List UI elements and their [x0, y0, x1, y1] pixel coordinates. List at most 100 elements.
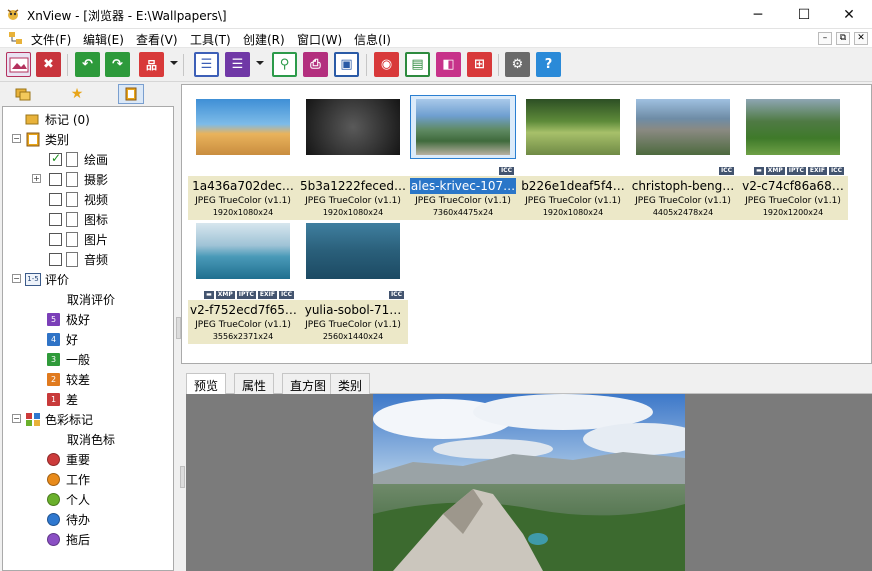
contact-sheet-icon[interactable]: ⊞ — [467, 52, 492, 77]
tree-item-rating-clear[interactable]: 取消评价 — [67, 289, 115, 309]
camera-icon[interactable]: ◉ — [374, 52, 399, 77]
tree-label: 差 — [66, 392, 79, 407]
tree-item-category-0[interactable]: 绘画 — [49, 149, 108, 169]
tree-item-color-labels[interactable]: 色彩标记 — [25, 409, 93, 429]
mdi-minimize-button[interactable]: – — [818, 32, 832, 45]
tree-item-rating-4[interactable]: 1差 — [47, 389, 78, 409]
tree-item-category-5[interactable]: 音频 — [49, 249, 108, 269]
tab-category[interactable]: 类别 — [330, 373, 371, 394]
menu-tools[interactable]: 工具(T) — [190, 31, 231, 48]
compare-icon[interactable]: ◧ — [436, 52, 461, 77]
file-dimensions: 1920x1080x24 — [212, 208, 274, 217]
file-browser: 1a436a702dec… JPEG TrueColor (v1.1) 1920… — [181, 84, 872, 364]
settings-gear-icon[interactable]: ⚙ — [505, 52, 530, 77]
tree-item-category[interactable]: 类别 — [25, 129, 69, 149]
thumbnail-caption: yulia-sobol-71… JPEG TrueColor (v1.1) 25… — [298, 300, 408, 344]
folders-tab-icon[interactable] — [10, 84, 36, 104]
thumbnail-item[interactable]: b226e1deaf5f4… JPEG TrueColor (v1.1) 192… — [518, 99, 628, 221]
search-icon[interactable]: ⚲ — [272, 52, 297, 77]
tree-item-color-4[interactable]: 拖后 — [47, 529, 90, 549]
list-view-icon[interactable]: ☰ — [194, 52, 219, 77]
tree-item-rating[interactable]: 1-5 评价 — [25, 269, 69, 289]
menu-edit[interactable]: 编辑(E) — [83, 31, 124, 48]
tree-item-category-1[interactable]: 摄影 — [49, 169, 108, 189]
menu-view[interactable]: 查看(V) — [136, 31, 178, 48]
collapse-preview-grip[interactable] — [180, 466, 185, 488]
tree-item-category-3[interactable]: 图标 — [49, 209, 108, 229]
thumbnail-caption: christoph-beng… JPEG TrueColor (v1.1) 44… — [628, 176, 738, 220]
icc-badge: ICC — [498, 167, 514, 175]
tree-label: 色彩标记 — [45, 412, 94, 427]
checkbox[interactable] — [49, 232, 62, 246]
minimize-button[interactable]: ─ — [735, 0, 781, 29]
preview-image[interactable] — [373, 394, 685, 571]
rotate-left-icon[interactable]: ↶ — [75, 52, 100, 77]
chevron-down-icon[interactable] — [170, 61, 178, 65]
preview-tabs: 预览 属性 直方图 类别 — [186, 373, 872, 395]
tree-item-color-2[interactable]: 个人 — [47, 489, 90, 509]
thumbnail-item[interactable]: ICC yulia-sobol-71… JPEG TrueColor (v1.1… — [298, 223, 408, 345]
file-type: JPEG TrueColor (v1.1) — [635, 196, 731, 206]
expand-toggle[interactable]: + — [32, 174, 41, 183]
tree-item-rating-0[interactable]: 5 极好 — [47, 309, 90, 329]
print-icon[interactable]: ⎙ — [303, 52, 328, 77]
mdi-restore-button[interactable]: ⧉ — [836, 32, 850, 45]
checkbox[interactable] — [49, 192, 62, 206]
capture-icon[interactable]: ▣ — [334, 52, 359, 77]
thumbnail-item-selected[interactable]: ICC ales-krivec-107… JPEG TrueColor (v1.… — [408, 95, 518, 221]
checkbox[interactable] — [49, 252, 62, 266]
thumbnail-item[interactable]: ▬ XMP IPTC EXIF ICC v2-f752ecd7f65… JPEG… — [188, 223, 298, 345]
help-icon[interactable]: ? — [536, 52, 561, 77]
tab-preview[interactable]: 预览 — [186, 373, 227, 395]
checkbox[interactable] — [49, 172, 62, 186]
thumbnail-item[interactable]: ▬ XMP IPTC EXIF ICC v2-c74cf86a68… JPEG … — [738, 99, 848, 221]
slideshow-icon[interactable]: 品 — [139, 52, 164, 77]
expand-toggle[interactable]: − — [12, 414, 21, 423]
tree-label: 绘画 — [84, 152, 109, 167]
tab-histogram[interactable]: 直方图 — [282, 373, 335, 394]
tree-item-rating-3[interactable]: 2 较差 — [47, 369, 90, 389]
checkbox[interactable] — [49, 151, 62, 166]
orange-dot-icon — [47, 472, 60, 486]
menu-info[interactable]: 信息(I) — [354, 31, 391, 48]
menu-file[interactable]: 文件(F) — [31, 31, 71, 48]
tree-item-category-4[interactable]: 图片 — [49, 229, 108, 249]
tree-item-color-0[interactable]: 重要 — [47, 449, 90, 469]
favorites-tab-icon[interactable]: ★ — [64, 84, 90, 104]
horizontal-splitter[interactable] — [181, 364, 872, 372]
chevron-down-icon[interactable] — [256, 61, 264, 65]
close-button[interactable]: ✕ — [826, 0, 872, 29]
tree-item-rating-1[interactable]: 4好 — [47, 329, 78, 349]
maximize-button[interactable]: ☐ — [781, 0, 827, 29]
expand-toggle[interactable]: − — [12, 274, 21, 283]
icc-badge: ICC — [828, 167, 844, 175]
mdi-close-button[interactable]: ✕ — [854, 32, 868, 45]
file-type: JPEG TrueColor (v1.1) — [305, 196, 401, 206]
tree-item-rating-2[interactable]: 3 一般 — [47, 349, 90, 369]
details-view-icon[interactable]: ☰ — [225, 52, 250, 77]
fullscreen-icon[interactable]: ✖ — [36, 52, 61, 77]
expand-toggle[interactable]: − — [12, 134, 21, 143]
file-type: JPEG TrueColor (v1.1) — [745, 196, 841, 206]
checkbox[interactable] — [49, 212, 62, 226]
convert-icon[interactable]: ▤ — [405, 52, 430, 77]
thumbnail-item[interactable]: 1a436a702dec… JPEG TrueColor (v1.1) 1920… — [188, 99, 298, 221]
tree-item-labels[interactable]: 标记 (0) — [25, 109, 90, 129]
rating-4-icon: 4 — [47, 332, 60, 346]
menu-create[interactable]: 创建(R) — [243, 31, 285, 48]
tab-properties[interactable]: 属性 — [234, 373, 275, 394]
thumbnail-item[interactable]: 5b3a1222feced… JPEG TrueColor (v1.1) 192… — [298, 99, 408, 221]
rotate-right-icon[interactable]: ↷ — [105, 52, 130, 77]
tree-item-color-1[interactable]: 工作 — [47, 469, 90, 489]
tree-item-color-3[interactable]: 待办 — [47, 509, 90, 529]
categories-tab-icon[interactable] — [118, 84, 144, 104]
image-view-icon[interactable] — [6, 52, 31, 77]
thumbnail-image — [416, 99, 510, 155]
tree-item-category-2[interactable]: 视频 — [49, 189, 108, 209]
tree-item-color-clear[interactable]: 取消色标 — [67, 429, 115, 449]
page-icon — [66, 251, 78, 267]
xmp-badge: XMP — [215, 291, 235, 299]
menu-window[interactable]: 窗口(W) — [297, 31, 342, 48]
thumbnail-item[interactable]: ICC christoph-beng… JPEG TrueColor (v1.1… — [628, 99, 738, 221]
thumbnail-caption: ales-krivec-107… JPEG TrueColor (v1.1) 7… — [408, 176, 518, 220]
